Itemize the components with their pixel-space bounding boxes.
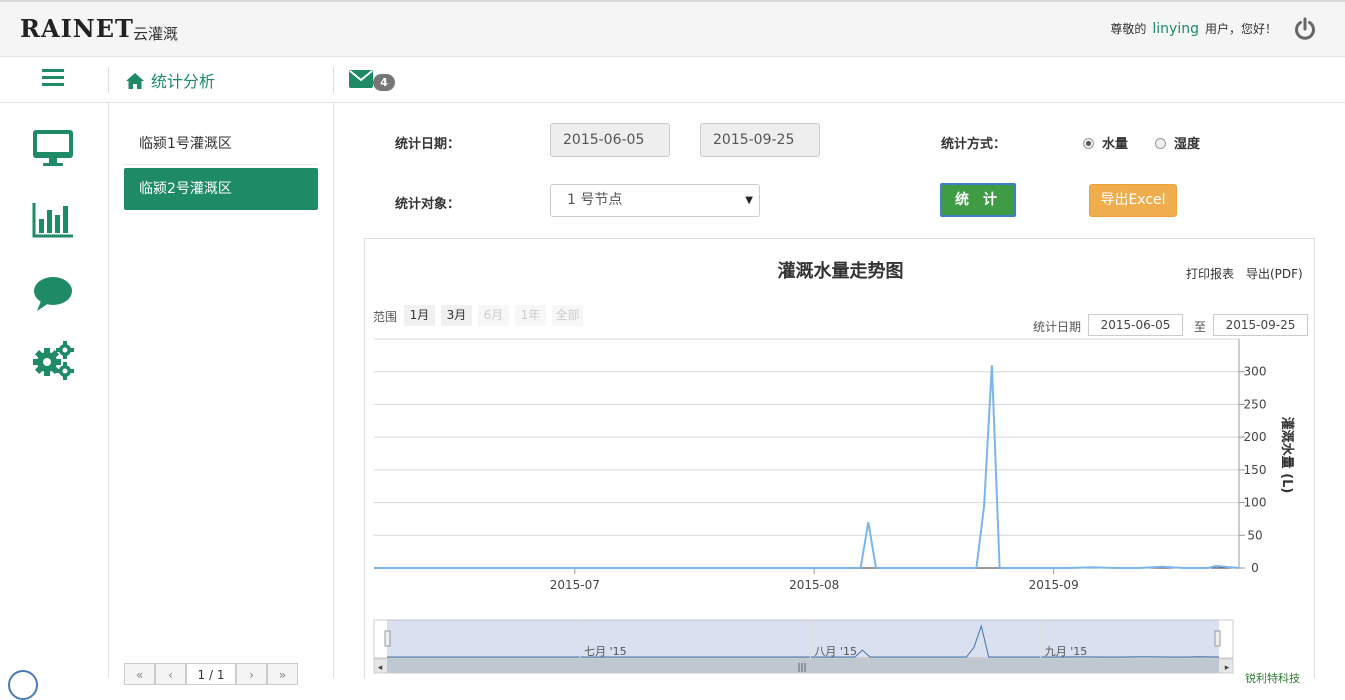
top-header: RAINET 云灌溉 尊敬的 linying 用户，您好！ bbox=[0, 0, 1345, 57]
y-tick-label: 100 bbox=[1244, 496, 1267, 510]
navigator-right-handle[interactable] bbox=[1214, 630, 1221, 647]
power-icon[interactable] bbox=[1293, 17, 1317, 41]
area-item-active[interactable]: 临颍2号灌溉区 bbox=[124, 168, 318, 210]
scrollbar-grip-icon: ||| bbox=[797, 663, 806, 673]
nav-bar: 统计分析 4 bbox=[0, 57, 1345, 103]
bar-chart-icon[interactable] bbox=[31, 200, 75, 240]
left-icon-nav bbox=[0, 103, 109, 678]
floating-widget-icon[interactable] bbox=[8, 670, 38, 700]
app-subtitle: 云灌溉 bbox=[133, 25, 179, 43]
navigator-label: 八月 '15 bbox=[814, 645, 857, 658]
mail-icon[interactable] bbox=[349, 70, 373, 88]
radio-water-label: 水量 bbox=[1102, 137, 1129, 152]
mode-label: 统计方式： bbox=[941, 137, 1007, 152]
x-tick-label: 2015-08 bbox=[789, 578, 839, 592]
navigator-left-handle[interactable] bbox=[384, 630, 391, 647]
username[interactable]: linying bbox=[1146, 21, 1205, 37]
home-icon bbox=[126, 73, 144, 89]
chevron-down-icon: ▼ bbox=[745, 195, 753, 206]
x-tick-label: 2015-09 bbox=[1029, 578, 1079, 592]
y-tick-label: 50 bbox=[1247, 528, 1262, 542]
radio-humidity[interactable]: 湿度 bbox=[1155, 133, 1200, 152]
y-tick-label: 150 bbox=[1244, 463, 1267, 477]
credit-text: 锐利特科技 bbox=[1245, 672, 1300, 685]
greet-suffix: 用户，您好！ bbox=[1204, 22, 1277, 36]
mail-count-badge: 4 bbox=[373, 74, 395, 91]
stat-button[interactable]: 统计 bbox=[940, 183, 1016, 217]
gears-icon[interactable] bbox=[31, 340, 75, 380]
area-list: 临颍1号灌溉区 临颍2号灌溉区 « ‹ 1 / 1 › » bbox=[109, 103, 334, 685]
range-navigator[interactable]: 七月 '15 八月 '15 九月 '15 ||| ◂ ▸ bbox=[373, 619, 1234, 674]
y-tick-label: 200 bbox=[1244, 430, 1267, 444]
y-tick-label: 0 bbox=[1251, 561, 1259, 575]
x-tick-label: 2015-07 bbox=[550, 578, 600, 592]
pager-next-button[interactable]: › bbox=[236, 663, 267, 685]
radio-water-dot[interactable] bbox=[1083, 138, 1094, 149]
y-tick-label: 250 bbox=[1244, 397, 1267, 411]
export-excel-button[interactable]: 导出Excel bbox=[1089, 184, 1177, 217]
target-select[interactable]: 1 号节点 ▼ bbox=[550, 184, 760, 217]
chat-bubble-icon[interactable] bbox=[31, 273, 75, 313]
scroll-left-icon[interactable]: ◂ bbox=[378, 663, 383, 673]
divider bbox=[333, 67, 334, 93]
end-date-input[interactable]: 2015-09-25 bbox=[700, 123, 820, 157]
chart-panel: 灌溉水量走势图 打印报表 导出(PDF) 范围 1月 3月 6月 1年 全部 统… bbox=[364, 238, 1315, 678]
pager-last-button[interactable]: » bbox=[267, 663, 298, 685]
radio-humidity-dot[interactable] bbox=[1155, 138, 1166, 149]
greet-prefix: 尊敬的 bbox=[1110, 22, 1147, 36]
area-pager: « ‹ 1 / 1 › » bbox=[124, 663, 298, 685]
monitor-icon[interactable] bbox=[31, 128, 75, 168]
area-item[interactable]: 临颍1号灌溉区 bbox=[124, 123, 318, 165]
pager-first-button[interactable]: « bbox=[124, 663, 155, 685]
navigator-label: 九月 '15 bbox=[1045, 645, 1088, 658]
navigator-selection[interactable] bbox=[387, 620, 1219, 658]
start-date-input[interactable]: 2015-06-05 bbox=[550, 123, 670, 157]
breadcrumb-label: 统计分析 bbox=[151, 72, 216, 91]
pager-page-indicator: 1 / 1 bbox=[186, 663, 236, 685]
user-greeting: 尊敬的 linying 用户，您好！ bbox=[1110, 20, 1277, 37]
target-select-value: 1 号节点 bbox=[567, 192, 623, 208]
line-chart: 0 50 100 150 200 250 300 2015-07 2015-08 2015-09… bbox=[373, 338, 1295, 674]
divider bbox=[108, 67, 109, 93]
radio-humidity-label: 湿度 bbox=[1174, 137, 1201, 152]
breadcrumb[interactable]: 统计分析 bbox=[125, 68, 215, 92]
y-tick-label: 300 bbox=[1244, 365, 1267, 379]
menu-toggle-icon[interactable] bbox=[42, 69, 64, 87]
date-label: 统计日期： bbox=[395, 137, 461, 152]
series-line-water bbox=[374, 365, 1240, 569]
target-label: 统计对象： bbox=[395, 197, 461, 212]
scroll-right-icon[interactable]: ▸ bbox=[1225, 663, 1230, 673]
app-logo: RAINET bbox=[20, 14, 134, 43]
radio-water[interactable]: 水量 bbox=[1083, 133, 1128, 152]
y-axis-label: 灌溉水量 (L) bbox=[1279, 417, 1295, 494]
navigator-label: 七月 '15 bbox=[584, 645, 627, 658]
pager-prev-button[interactable]: ‹ bbox=[155, 663, 186, 685]
